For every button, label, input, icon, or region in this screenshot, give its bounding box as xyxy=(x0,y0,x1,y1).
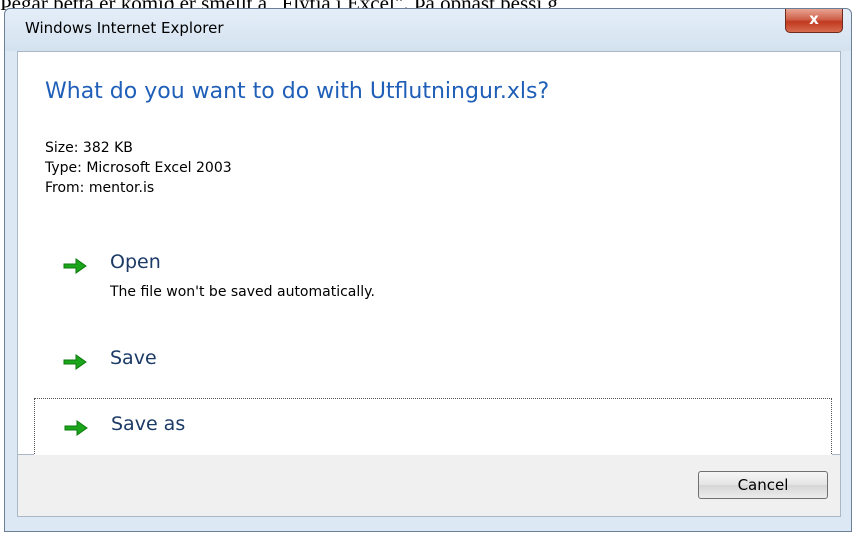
open-label: Open xyxy=(110,251,161,273)
green-arrow-icon xyxy=(64,420,88,436)
open-subtext: The file won't be saved automatically. xyxy=(110,284,375,300)
title-bar[interactable]: Windows Internet Explorer x xyxy=(5,9,851,51)
ie-dialog-window: Windows Internet Explorer x What do you … xyxy=(4,8,852,532)
save-as-option[interactable]: Save as xyxy=(34,398,832,456)
save-option[interactable]: Save xyxy=(42,338,832,386)
dialog-content: What do you want to do with Utflutningur… xyxy=(17,51,841,456)
file-type: Type: Microsoft Excel 2003 xyxy=(45,160,232,176)
save-as-label: Save as xyxy=(111,413,186,435)
cancel-button[interactable]: Cancel xyxy=(698,471,828,499)
close-button[interactable]: x xyxy=(785,9,843,33)
file-size: Size: 382 KB xyxy=(45,140,133,156)
window-title: Windows Internet Explorer xyxy=(25,19,224,37)
dialog-footer: Cancel xyxy=(17,455,841,517)
file-source: From: mentor.is xyxy=(45,180,155,196)
open-option[interactable]: Open The file won't be saved automatical… xyxy=(42,242,832,314)
save-label: Save xyxy=(110,347,157,369)
green-arrow-icon xyxy=(63,258,87,274)
green-arrow-icon xyxy=(63,354,87,370)
dialog-heading: What do you want to do with Utflutningur… xyxy=(45,79,550,104)
close-icon: x xyxy=(809,10,819,28)
